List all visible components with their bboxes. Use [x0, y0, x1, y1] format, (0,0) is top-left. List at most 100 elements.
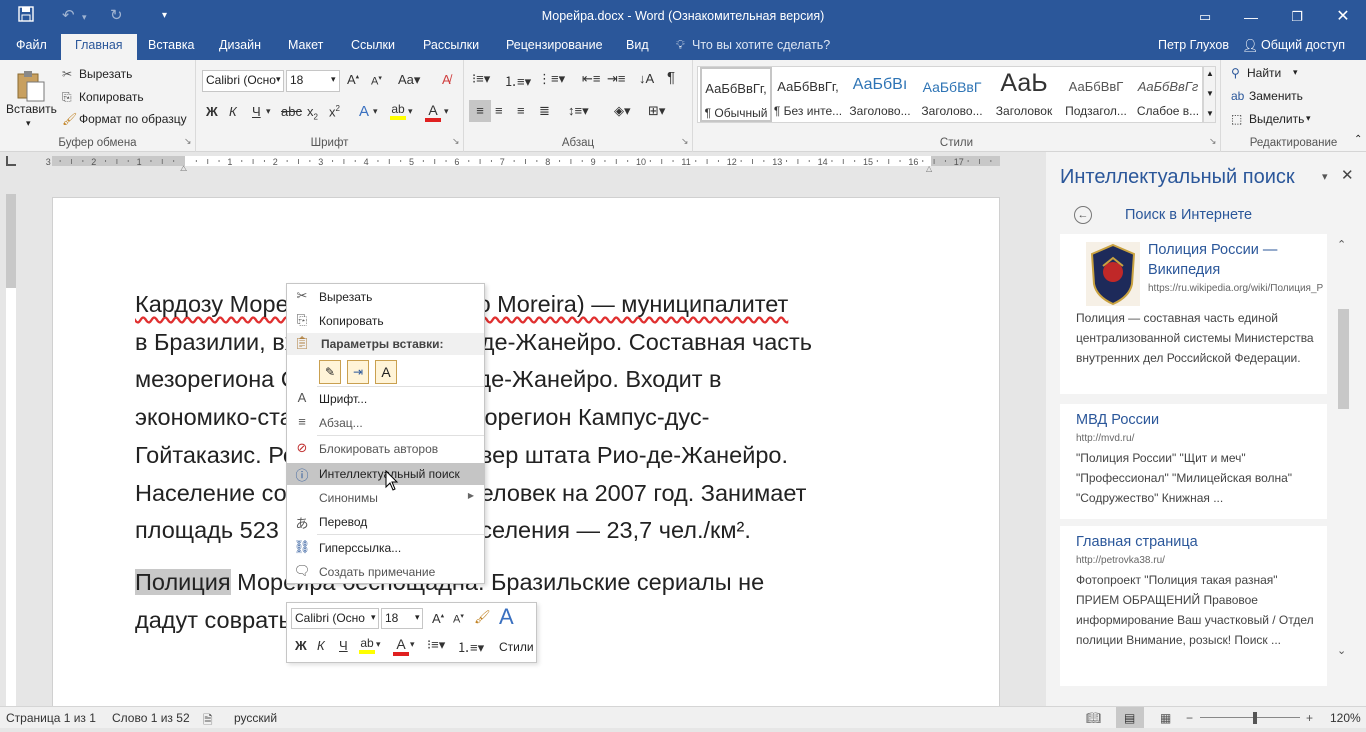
decrease-indent-icon[interactable]: ⇤≡ — [582, 71, 600, 87]
pane-scrollbar[interactable]: ⌃ ⌄ — [1336, 234, 1350, 689]
chevron-down-icon[interactable]: ▼ — [1206, 89, 1214, 98]
mini-font-dropdown-icon[interactable]: ▾ — [371, 612, 376, 623]
menu-item-new-comment[interactable]: 🗨︎ Создать примечание — [287, 561, 484, 583]
paste-button[interactable]: Вставить ▾ — [6, 66, 57, 130]
select-dropdown-icon[interactable]: ▾ — [1306, 113, 1311, 124]
style-title[interactable]: АаЬ Заголовок — [988, 67, 1060, 122]
align-left-icon[interactable]: ≡ — [469, 100, 491, 122]
bold-button[interactable]: Ж — [206, 104, 218, 119]
cut-button[interactable]: Вырезать — [79, 67, 132, 81]
tab-view[interactable]: Вид — [626, 38, 649, 52]
style-heading-1[interactable]: АаБбВı Заголово... — [844, 67, 916, 122]
more-styles-icon[interactable]: ▼ — [1206, 109, 1214, 118]
mini-bold-button[interactable]: Ж — [295, 638, 307, 653]
numbering-icon[interactable]: ⒈≡▾ — [504, 71, 531, 90]
multilevel-list-icon[interactable]: ⋮≡▾ — [538, 71, 565, 87]
restore-button[interactable]: ❐ — [1274, 0, 1320, 34]
align-center-icon[interactable]: ≡ — [495, 103, 503, 118]
menu-item-paragraph[interactable]: ≡ Абзац... — [287, 412, 484, 434]
chevron-down-icon[interactable]: ⌄ — [1337, 644, 1346, 657]
underline-button[interactable]: Ч — [252, 104, 261, 119]
grow-font-icon[interactable]: A▴ — [347, 72, 359, 87]
italic-button[interactable]: К — [229, 104, 237, 119]
language-indicator[interactable]: русский — [234, 711, 277, 725]
menu-item-hyperlink[interactable]: ⛓ Гиперссылка... — [287, 537, 484, 559]
zoom-level[interactable]: 120% — [1330, 711, 1361, 725]
result-title[interactable]: Главная страница — [1076, 532, 1319, 552]
page-count[interactable]: Страница 1 из 1 — [6, 711, 96, 725]
mini-font-color-dropdown-icon[interactable]: ▾ — [410, 639, 415, 650]
collapse-ribbon-icon[interactable]: ⌃ — [1354, 134, 1362, 145]
pane-close-icon[interactable]: ✕ — [1341, 166, 1354, 184]
font-name-dropdown-icon[interactable]: ▾ — [276, 74, 281, 85]
result-card[interactable]: МВД России http://mvd.ru/ "Полиция Росси… — [1060, 404, 1327, 519]
mini-styles-button[interactable]: Стили — [499, 640, 534, 654]
paste-text-only-icon[interactable]: A — [375, 360, 397, 384]
proofing-icon[interactable]: 🗎︎ — [203, 711, 213, 732]
mini-underline-button[interactable]: Ч — [339, 638, 348, 653]
vertical-ruler[interactable] — [0, 172, 20, 708]
mini-font-name-box[interactable]: Calibri (Осно — [291, 608, 379, 629]
tell-me-box[interactable]: Что вы хотите сделать? — [692, 38, 830, 52]
menu-item-block-authors[interactable]: ⊘ Блокировать авторов — [287, 438, 484, 460]
change-case-icon[interactable]: Aa▾ — [398, 72, 420, 88]
mini-numbering-icon[interactable]: ⒈≡▾ — [457, 637, 484, 656]
clipboard-launcher-icon[interactable]: ↘ — [184, 136, 192, 147]
mini-bullets-icon[interactable]: ⁝≡▾ — [427, 637, 445, 653]
line-spacing-icon[interactable]: ↕≡▾ — [568, 103, 589, 119]
mini-font-color-icon[interactable]: A — [393, 636, 409, 656]
text-effects-dropdown-icon[interactable]: ▾ — [373, 106, 378, 117]
menu-item-font[interactable]: A Шрифт... — [287, 388, 484, 410]
paste-dropdown-icon[interactable]: ▾ — [26, 118, 31, 129]
paste-keep-formatting-icon[interactable]: ✎ — [319, 360, 341, 384]
zoom-slider-thumb[interactable] — [1253, 712, 1257, 724]
chevron-up-icon[interactable]: ▲ — [1206, 69, 1214, 78]
pane-options-icon[interactable]: ▾ — [1322, 170, 1328, 183]
format-painter-button[interactable]: Формат по образцу — [79, 112, 187, 126]
font-color-icon[interactable]: A — [425, 102, 441, 122]
align-right-icon[interactable]: ≡ — [517, 103, 525, 118]
minimize-button[interactable]: — — [1228, 0, 1274, 34]
style-subtitle[interactable]: АаБбВвГ Подзагол... — [1060, 67, 1132, 122]
tab-home[interactable]: Главная — [61, 34, 137, 60]
font-size-dropdown-icon[interactable]: ▾ — [331, 74, 336, 85]
word-count[interactable]: Слово 1 из 52 — [112, 711, 190, 725]
mini-styles-icon[interactable]: A — [499, 604, 514, 630]
font-launcher-icon[interactable]: ↘ — [452, 136, 460, 147]
style-no-spacing[interactable]: АаБбВвГг, ¶ Без инте... — [772, 67, 844, 122]
increase-indent-icon[interactable]: ⇥≡ — [607, 71, 625, 87]
web-layout-icon[interactable]: ▦ — [1160, 711, 1171, 725]
tab-insert[interactable]: Вставка — [148, 38, 194, 52]
bullets-icon[interactable]: ⁝≡▾ — [472, 71, 490, 87]
borders-icon[interactable]: ⊞▾ — [648, 103, 665, 119]
font-name-box[interactable]: Calibri (Осно — [202, 70, 284, 92]
read-mode-icon[interactable]: 📖︎ — [1086, 711, 1101, 725]
shrink-font-icon[interactable]: A▾ — [371, 74, 382, 88]
copy-button[interactable]: Копировать — [79, 90, 144, 104]
chevron-up-icon[interactable]: ⌃ — [1337, 238, 1346, 251]
back-arrow-icon[interactable]: ← — [1074, 206, 1092, 224]
close-button[interactable]: ✕ — [1320, 0, 1366, 34]
user-name[interactable]: Петр Глухов — [1158, 38, 1229, 52]
result-title[interactable]: Полиция России — Википедия — [1148, 240, 1323, 280]
result-card[interactable]: Главная страница http://petrovka38.ru/ Ф… — [1060, 526, 1327, 686]
zoom-out-icon[interactable]: − — [1186, 711, 1193, 725]
tab-design[interactable]: Дизайн — [219, 38, 261, 52]
style-subtle-emphasis[interactable]: АаБбВвГг Слабое в... — [1132, 67, 1204, 122]
strikethrough-icon[interactable]: abc — [281, 104, 302, 119]
highlight-icon[interactable]: ab — [390, 102, 406, 120]
text-effects-icon[interactable]: A — [359, 103, 369, 120]
find-button[interactable]: Найти — [1247, 66, 1281, 80]
ribbon-display-icon[interactable]: ▭ — [1182, 0, 1228, 34]
share-button[interactable]: Общий доступ — [1261, 38, 1345, 52]
select-button[interactable]: Выделить — [1249, 112, 1304, 126]
paragraph-1[interactable]: Кардозу Морейра (порт. Cardoso Moreira) … — [135, 286, 895, 550]
search-web-link[interactable]: Поиск в Интернете — [1125, 207, 1252, 223]
tab-file[interactable]: Файл — [16, 38, 47, 52]
paste-merge-formatting-icon[interactable]: ⇥ — [347, 360, 369, 384]
horizontal-ruler[interactable]: 3 2 1 1 2 3 4 5 6 7 8 9 10 11 12 13 14 15 16 17 ⧋ △ — [0, 152, 1046, 173]
styles-gallery-scroll[interactable]: ▲ ▼ ▼ — [1203, 66, 1216, 123]
menu-item-translate[interactable]: あ Перевод — [287, 511, 484, 533]
zoom-slider[interactable] — [1200, 717, 1300, 718]
subscript-icon[interactable]: x2 — [307, 104, 318, 122]
